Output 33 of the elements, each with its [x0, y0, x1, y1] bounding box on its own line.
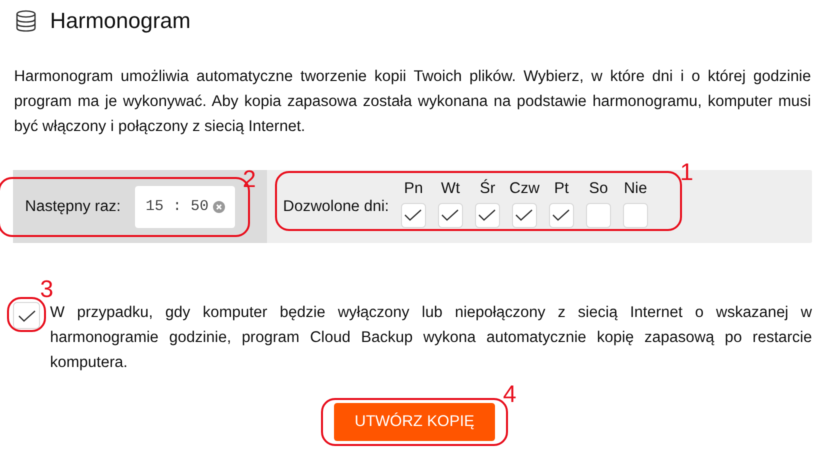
day-label: Wt	[441, 180, 460, 198]
day-label: Czw	[509, 180, 540, 198]
allowed-days-label: Dozwolone dni:	[283, 198, 389, 216]
day-label: Pt	[554, 180, 569, 198]
day-label: So	[589, 180, 608, 198]
check-icon	[552, 209, 570, 221]
check-icon	[478, 209, 496, 221]
day-checkbox[interactable]	[548, 202, 574, 228]
restart-backup-checkbox[interactable]	[13, 302, 40, 329]
check-icon	[404, 209, 422, 221]
day-label: Nie	[624, 180, 648, 198]
day-checkbox[interactable]	[622, 202, 648, 228]
annotation-number: 1	[680, 160, 694, 184]
day-checkbox[interactable]	[512, 202, 537, 228]
annotation-ring	[7, 297, 46, 332]
check-icon	[18, 310, 36, 322]
page-title: Harmonogram	[50, 8, 191, 34]
database-icon	[16, 10, 36, 32]
day-label: Śr	[480, 180, 496, 198]
time-field[interactable]: 15 : 50	[134, 186, 235, 228]
clear-icon[interactable]	[212, 200, 225, 212]
check-icon	[515, 209, 534, 221]
day-checkbox[interactable]	[400, 202, 426, 228]
annotation-number: 3	[40, 278, 54, 302]
next-run-label: Następny raz:	[25, 198, 121, 216]
day-checkbox[interactable]	[586, 202, 611, 228]
check-icon	[441, 209, 460, 221]
day-checkbox[interactable]	[438, 202, 463, 228]
day-checkbox[interactable]	[474, 202, 500, 228]
description-text: Harmonogram umożliwia automatyczne tworzenie kopii Twoich plików. Wybierz, w które dni i o której godzinie program ma je wykonywać. Aby kopia zapasowa została wykonana na podstawie harmonogramu, komputer musi być włączony i połączony z siecią Internet.	[14, 67, 811, 137]
restart-backup-text: W przypadku, gdy komputer będzie wyłączony lub niepołączony z siecią Internet o wskazanej w harmonogramie godzinie, program Cloud Backup wykona automatycznie kopię zapasową po restarcie komputera.	[50, 303, 812, 373]
annotation-number: 4	[503, 383, 516, 407]
day-label: Pn	[404, 180, 423, 198]
